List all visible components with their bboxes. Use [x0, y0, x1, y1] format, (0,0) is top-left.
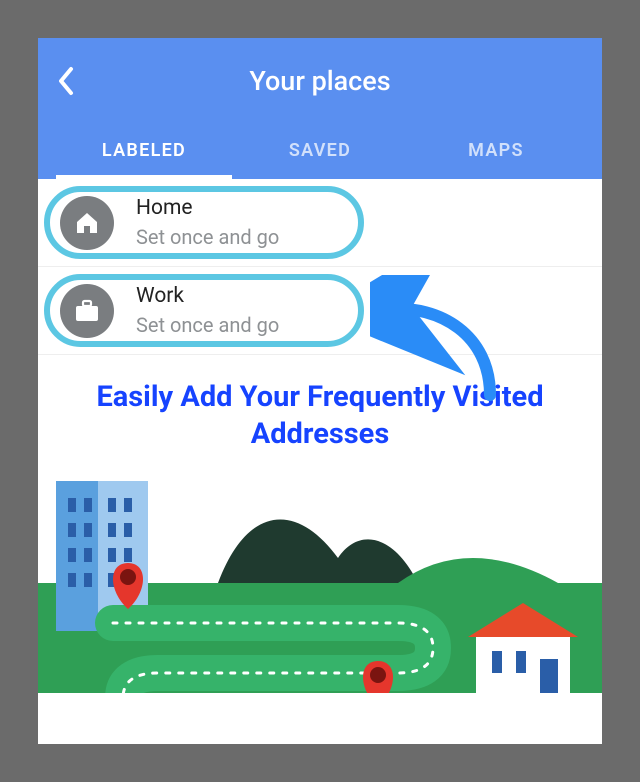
header-bar: Your places LABELED SAVED MAPS: [38, 38, 602, 179]
home-icon: [60, 196, 114, 250]
place-row-work[interactable]: Work Set once and go: [38, 267, 602, 355]
tabs: LABELED SAVED MAPS: [56, 124, 584, 179]
app-screen: Your places LABELED SAVED MAPS Home Set …: [38, 38, 602, 744]
tab-saved[interactable]: SAVED: [232, 124, 408, 179]
place-title: Work: [136, 284, 279, 308]
tab-maps[interactable]: MAPS: [408, 124, 584, 179]
place-title: Home: [136, 196, 279, 220]
promo-text: Easily Add Your Frequently Visited Addre…: [38, 355, 602, 463]
illustration: [38, 463, 602, 693]
place-row-home[interactable]: Home Set once and go: [38, 179, 602, 267]
place-subtitle: Set once and go: [136, 225, 279, 249]
place-subtitle: Set once and go: [136, 313, 279, 337]
content-area: Home Set once and go Work Set once and g…: [38, 179, 602, 744]
tab-labeled[interactable]: LABELED: [56, 124, 232, 179]
briefcase-icon: [60, 284, 114, 338]
page-title: Your places: [56, 65, 584, 97]
